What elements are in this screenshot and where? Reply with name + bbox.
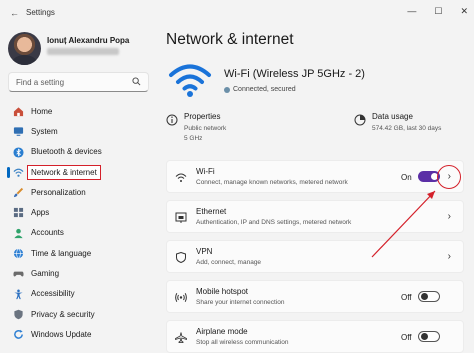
mobile-hotspot-card-description: Share your internet connection [196, 299, 285, 306]
monitor-icon [13, 127, 24, 137]
update-icon [14, 329, 23, 340]
vpn-card-title: VPN [196, 247, 213, 256]
wifi-icon [175, 173, 187, 182]
sidebar-item-personalization[interactable]: Personalization [0, 182, 160, 202]
airplane-icon [175, 332, 187, 343]
highlight-circle [437, 165, 461, 189]
sidebar-item-accessibility[interactable]: Accessibility [0, 284, 160, 304]
properties-link[interactable]: Properties Public network 5 GHz [166, 110, 316, 148]
wifi-card-description: Connect, manage known networks, metered … [196, 179, 348, 186]
user-name: Ionuț Alexandru Popa [47, 36, 130, 45]
properties-band: 5 GHz [184, 135, 203, 142]
search-icon [132, 77, 141, 86]
chevron-right-icon[interactable]: › [448, 251, 451, 263]
maximize-button[interactable]: ☐ [434, 6, 442, 17]
connected-network-name: Wi-Fi (Wireless JP 5GHz - 2) [224, 68, 365, 80]
data-usage-title: Data usage [372, 112, 413, 121]
mobile-hotspot-card-title: Mobile hotspot [196, 287, 249, 296]
chevron-right-icon[interactable]: › [448, 211, 451, 223]
ethernet-icon [175, 212, 187, 223]
sidebar: Ionuț Alexandru Popa Find a setting Home… [0, 26, 160, 353]
window-controls: — ☐ ✕ [407, 6, 468, 17]
highlight-arrow [371, 190, 436, 258]
sidebar-item-apps[interactable]: Apps [0, 202, 160, 222]
airplane-mode-card-title: Airplane mode [196, 327, 248, 336]
sidebar-item-home[interactable]: Home [0, 101, 160, 121]
bluetooth-icon [13, 147, 24, 158]
connection-status: Connected, secured [224, 86, 296, 93]
airplane-mode-card-description: Stop all wireless communication [196, 339, 289, 346]
vpn-shield-icon [176, 252, 186, 263]
search-placeholder: Find a setting [16, 78, 65, 87]
wifi-icon [13, 168, 24, 177]
info-icon [166, 114, 178, 126]
avatar[interactable] [8, 32, 41, 65]
hotspot-icon [175, 293, 187, 302]
wifi-card-title: Wi-Fi [196, 167, 215, 176]
search-input[interactable]: Find a setting [8, 72, 149, 92]
data-usage-amount: 574.42 GB, last 30 days [372, 125, 442, 132]
vpn-card-description: Add, connect, manage [196, 259, 262, 266]
properties-network-type: Public network [184, 125, 227, 132]
sidebar-item-accounts[interactable]: Accounts [0, 223, 160, 243]
globe-icon [13, 248, 24, 259]
sidebar-item-windows-update[interactable]: Windows Update [0, 324, 160, 344]
controller-icon [13, 272, 24, 277]
airplane-mode-card[interactable]: Airplane mode Stop all wireless communic… [166, 320, 464, 353]
apps-icon [13, 208, 24, 218]
app-title: Settings [26, 8, 55, 17]
shield-icon [14, 309, 23, 320]
selection-indicator [7, 166, 10, 178]
sidebar-item-privacy[interactable]: Privacy & security [0, 304, 160, 324]
mobile-hotspot-card[interactable]: Mobile hotspot Share your internet conne… [166, 280, 464, 313]
hotspot-toggle-state: Off [401, 293, 412, 302]
user-email-blurred [47, 48, 119, 55]
airplane-toggle[interactable] [418, 331, 440, 342]
sidebar-item-time-language[interactable]: Time & language [0, 243, 160, 263]
data-usage-icon [354, 114, 366, 126]
minimize-button[interactable]: — [407, 6, 416, 17]
sidebar-nav: Home System Bluetooth & devices Network … [0, 101, 160, 345]
person-icon [14, 228, 23, 238]
wifi-large-icon [169, 64, 211, 97]
ethernet-card-description: Authentication, IP and DNS settings, met… [196, 219, 352, 226]
sidebar-item-network[interactable]: Network & internet [0, 162, 160, 182]
hotspot-toggle[interactable] [418, 291, 440, 302]
close-button[interactable]: ✕ [460, 6, 468, 17]
sidebar-item-bluetooth[interactable]: Bluetooth & devices [0, 142, 160, 162]
brush-icon [13, 188, 24, 198]
ethernet-card-title: Ethernet [196, 207, 227, 216]
airplane-toggle-state: Off [401, 333, 412, 342]
title-bar: ← Settings — ☐ ✕ [0, 0, 474, 26]
secured-shield-icon [224, 86, 230, 93]
back-arrow-icon[interactable]: ← [10, 8, 20, 18]
home-icon [13, 107, 24, 117]
sidebar-item-gaming[interactable]: Gaming [0, 263, 160, 283]
data-usage-link[interactable]: Data usage 574.42 GB, last 30 days [354, 110, 464, 148]
accessibility-icon [14, 289, 23, 299]
sidebar-item-system[interactable]: System [0, 121, 160, 141]
page-title: Network & internet [166, 31, 294, 48]
network-summary: Properties Public network 5 GHz Data usa… [166, 110, 466, 148]
properties-title: Properties [184, 112, 221, 121]
